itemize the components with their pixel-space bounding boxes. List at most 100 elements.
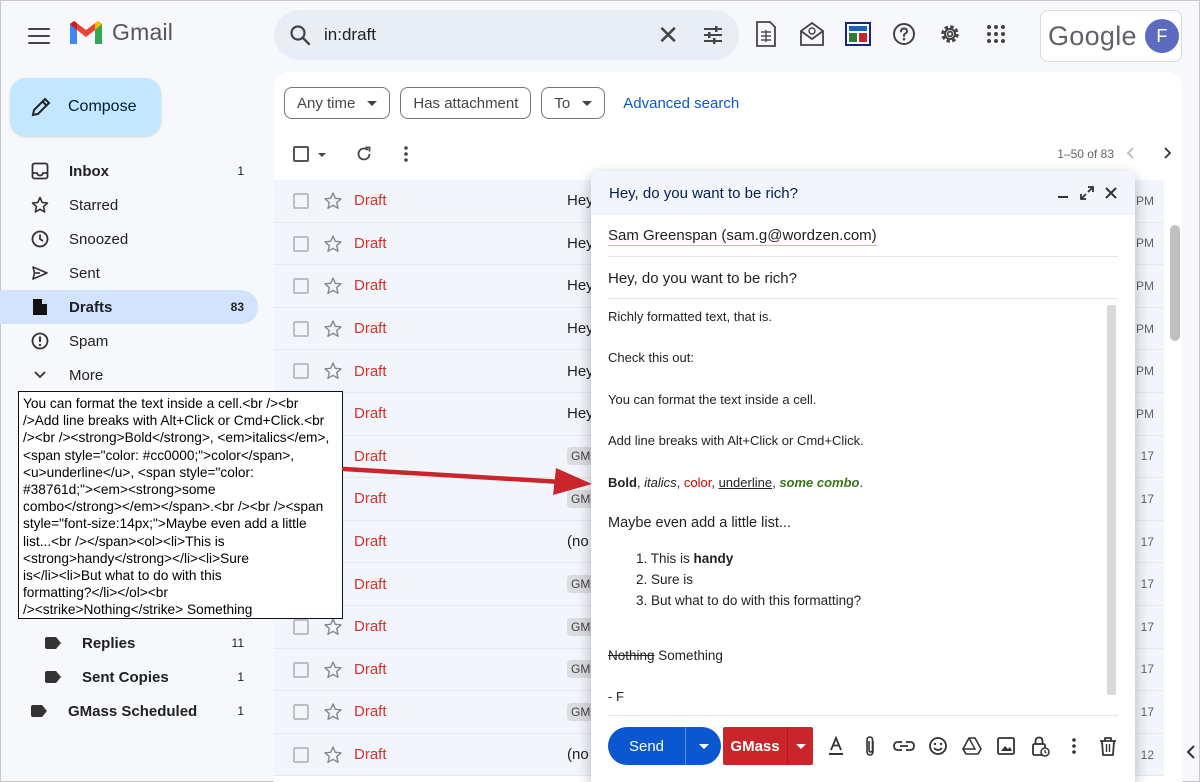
star-icon[interactable] [323, 660, 343, 680]
draft-label: Draft [354, 234, 387, 252]
expand-icon[interactable] [1077, 183, 1097, 203]
spreadsheet-icon[interactable] [752, 20, 780, 48]
star-icon[interactable] [323, 617, 343, 637]
search-input[interactable] [324, 25, 650, 45]
star-icon[interactable] [323, 319, 343, 339]
sidebar-item-spam[interactable]: Spam [0, 324, 258, 358]
insert-photo-icon[interactable] [994, 734, 1018, 758]
clear-search-icon[interactable]: ✕ [657, 22, 679, 48]
pagination-text: 1–50 of 83 [1057, 147, 1114, 161]
sidebar-item-sent[interactable]: Sent [0, 256, 258, 290]
apps-grid-icon[interactable] [982, 20, 1010, 48]
chevron-right-icon[interactable] [1158, 144, 1176, 162]
text-formatting-icon[interactable] [824, 734, 848, 758]
more-options-icon[interactable] [1062, 734, 1086, 758]
settings-gear-icon[interactable] [936, 20, 964, 48]
star-icon[interactable] [323, 276, 343, 296]
row-checkbox[interactable] [293, 746, 309, 763]
row-checkbox[interactable] [293, 661, 309, 678]
label-name: Replies [82, 634, 136, 652]
sidebar-item-label: Starred [69, 196, 119, 214]
attach-file-icon[interactable] [858, 734, 882, 758]
search-filter-chips: Any time Has attachment To Advanced sear… [284, 87, 739, 119]
side-panel-toggle-icon[interactable] [1180, 740, 1200, 764]
list-number: 1. [636, 551, 648, 566]
row-checkbox[interactable] [293, 363, 309, 380]
chevron-left-icon[interactable] [1122, 144, 1140, 162]
chip-label: Any time [297, 94, 356, 112]
compose-title: Hey, do you want to be rich? [609, 184, 798, 202]
minimize-icon[interactable] [1053, 183, 1073, 203]
sidebar-item-inbox[interactable]: Inbox 1 [0, 154, 258, 188]
star-icon[interactable] [323, 361, 343, 381]
compose-button[interactable]: Compose [10, 78, 161, 136]
row-subject: (no [567, 746, 589, 764]
sidebar-item-more[interactable]: More [0, 358, 258, 392]
search-bar[interactable]: ✕ [274, 10, 739, 60]
clock-icon [30, 229, 50, 249]
filter-has-attachment[interactable]: Has attachment [400, 87, 532, 119]
row-checkbox[interactable] [293, 320, 309, 337]
close-icon[interactable] [1101, 183, 1121, 203]
sidebar-item-starred[interactable]: Starred [0, 188, 258, 222]
star-icon[interactable] [323, 191, 343, 211]
filter-to[interactable]: To [541, 87, 606, 119]
compose-header[interactable]: Hey, do you want to be rich? [591, 171, 1135, 215]
confidential-mode-icon[interactable] [1028, 734, 1052, 758]
star-icon[interactable] [323, 745, 343, 765]
strike-line: Nothing Something [608, 648, 723, 663]
gmail-logo[interactable]: Gmail [68, 18, 173, 46]
insert-link-icon[interactable] [892, 734, 916, 758]
star-icon[interactable] [323, 234, 343, 254]
main-menu-icon[interactable] [28, 28, 50, 44]
row-checkbox[interactable] [293, 235, 309, 252]
search-options-icon[interactable] [701, 23, 725, 47]
subject-field[interactable]: Hey, do you want to be rich? [608, 270, 797, 287]
avatar[interactable]: F [1144, 19, 1179, 53]
dashboard-icon[interactable] [844, 20, 872, 48]
code-line: You can format the text inside a cell.<b… [23, 396, 299, 411]
row-checkbox[interactable] [293, 278, 309, 295]
emoji-icon[interactable] [926, 734, 950, 758]
sidebar-label-replies[interactable]: Replies 11 [0, 626, 258, 660]
star-icon[interactable] [323, 702, 343, 722]
refresh-icon[interactable] [355, 145, 373, 163]
gmass-button[interactable]: GMass [723, 727, 787, 765]
sidebar-item-drafts[interactable]: Drafts 83 [0, 290, 258, 324]
list-scrollbar[interactable] [1170, 225, 1180, 341]
row-subject: Hey [567, 192, 594, 210]
row-subject: Hey [567, 362, 594, 380]
gmail-m-icon [70, 21, 102, 44]
help-icon[interactable] [890, 20, 918, 48]
sidebar-label-sent-copies[interactable]: Sent Copies 1 [0, 660, 258, 694]
google-drive-icon[interactable] [960, 734, 984, 758]
row-checkbox[interactable] [293, 704, 309, 721]
body-line: Check this out: [608, 350, 694, 365]
list-number: 2. [636, 572, 648, 587]
sidebar-item-label: More [69, 366, 104, 384]
send-options-button[interactable] [686, 727, 721, 765]
advanced-search-link[interactable]: Advanced search [623, 95, 739, 112]
gmass-settings-button[interactable] [788, 727, 813, 765]
sidebar-item-snoozed[interactable]: Snoozed [0, 222, 258, 256]
chip-label: To [554, 94, 571, 112]
sidebar-item-label: Spam [69, 332, 109, 350]
search-icon[interactable] [288, 23, 312, 47]
send-button[interactable]: Send [608, 727, 685, 765]
draft-label: Draft [354, 277, 387, 295]
compose-scrollbar[interactable] [1107, 305, 1116, 695]
more-options-icon[interactable] [404, 145, 408, 163]
row-checkbox[interactable] [293, 618, 309, 635]
sidebar-label-gmass-scheduled[interactable]: GMass Scheduled 1 [0, 694, 258, 728]
row-date: PM [1136, 364, 1154, 379]
sidebar-item-label: Snoozed [69, 230, 129, 248]
discard-draft-icon[interactable] [1096, 734, 1120, 758]
account-switcher[interactable]: Google F [1040, 10, 1182, 62]
chip-label: Has attachment [413, 94, 519, 112]
recipient-chip[interactable]: Sam Greenspan (sam.g@wordzen.com) [608, 227, 877, 246]
mail-merge-icon[interactable] [798, 20, 826, 48]
select-dropdown-icon[interactable] [318, 153, 326, 157]
filter-any-time[interactable]: Any time [284, 87, 391, 119]
select-all-checkbox[interactable] [293, 146, 309, 162]
row-checkbox[interactable] [293, 193, 309, 209]
